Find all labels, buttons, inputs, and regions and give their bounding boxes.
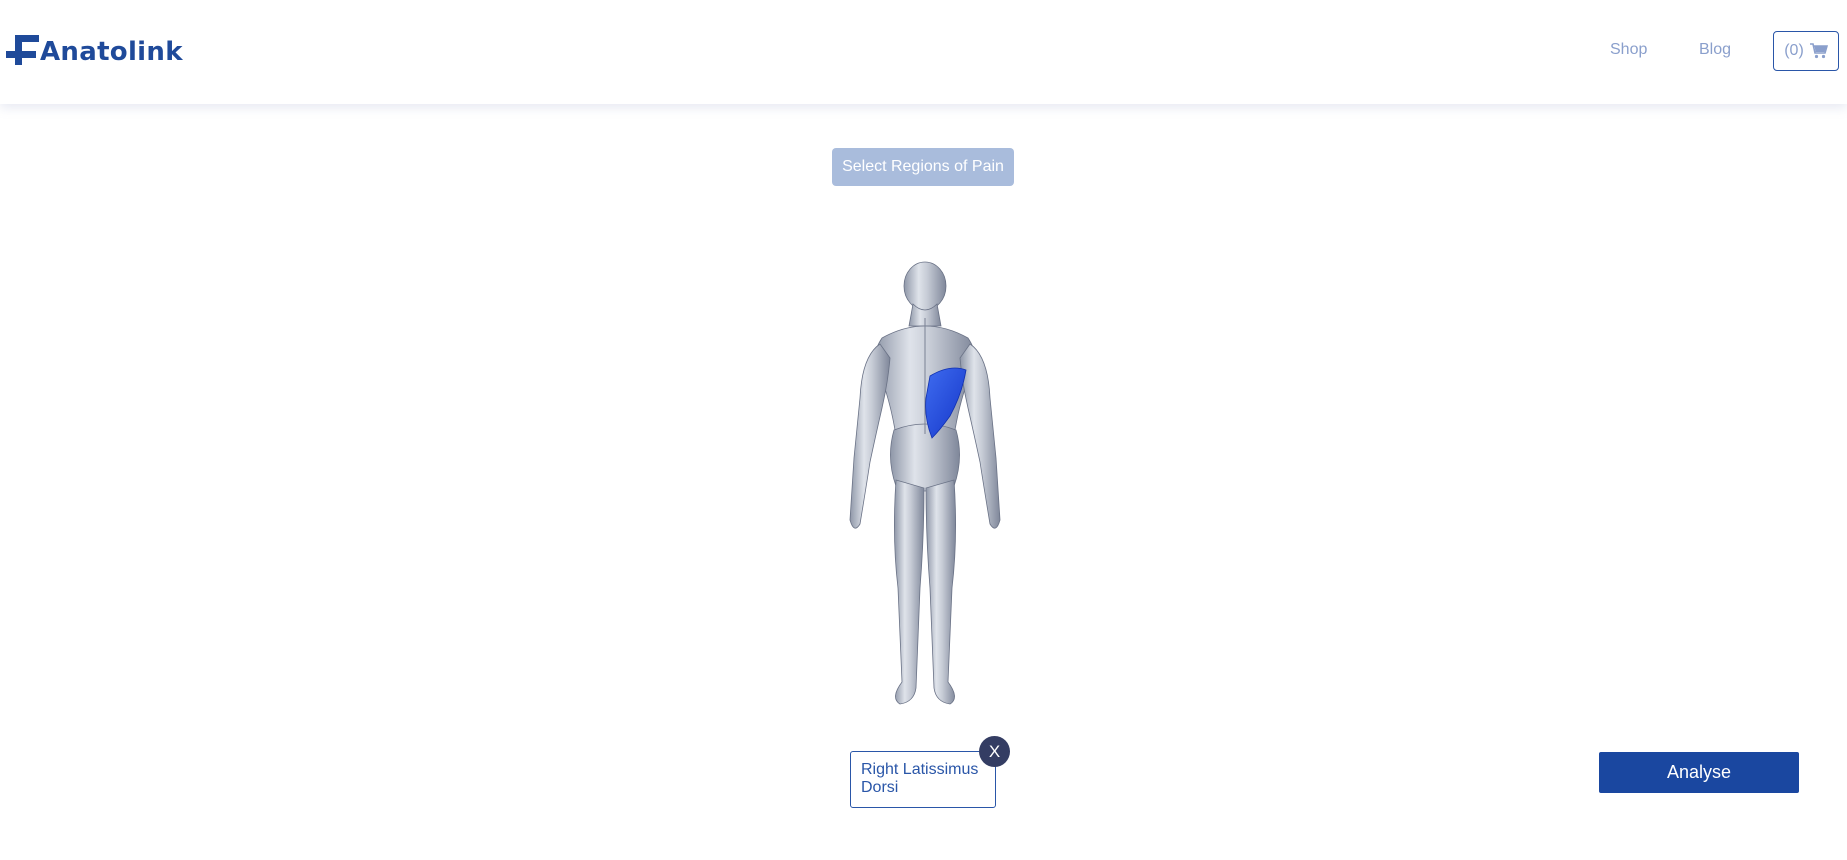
cart-count: (0) (1784, 42, 1804, 59)
nav-blog-link[interactable]: Blog (1699, 41, 1731, 59)
nav-shop-link[interactable]: Shop (1610, 41, 1647, 59)
brand-name: Anatolink (40, 37, 183, 67)
brand-logo[interactable]: Anatolink (6, 30, 182, 70)
selected-region-label: Right Latissimus Dorsi (850, 751, 996, 808)
logo-mark-icon (6, 32, 42, 68)
cart-icon (1809, 43, 1828, 59)
analyse-button[interactable]: Analyse (1599, 752, 1799, 793)
select-regions-button[interactable]: Select Regions of Pain (832, 148, 1014, 186)
cart-button[interactable]: (0) (1773, 31, 1839, 71)
body-model-viewer[interactable] (830, 258, 1020, 710)
remove-region-button[interactable]: X (979, 736, 1010, 767)
site-header: Anatolink Shop Blog (0) (0, 0, 1847, 104)
